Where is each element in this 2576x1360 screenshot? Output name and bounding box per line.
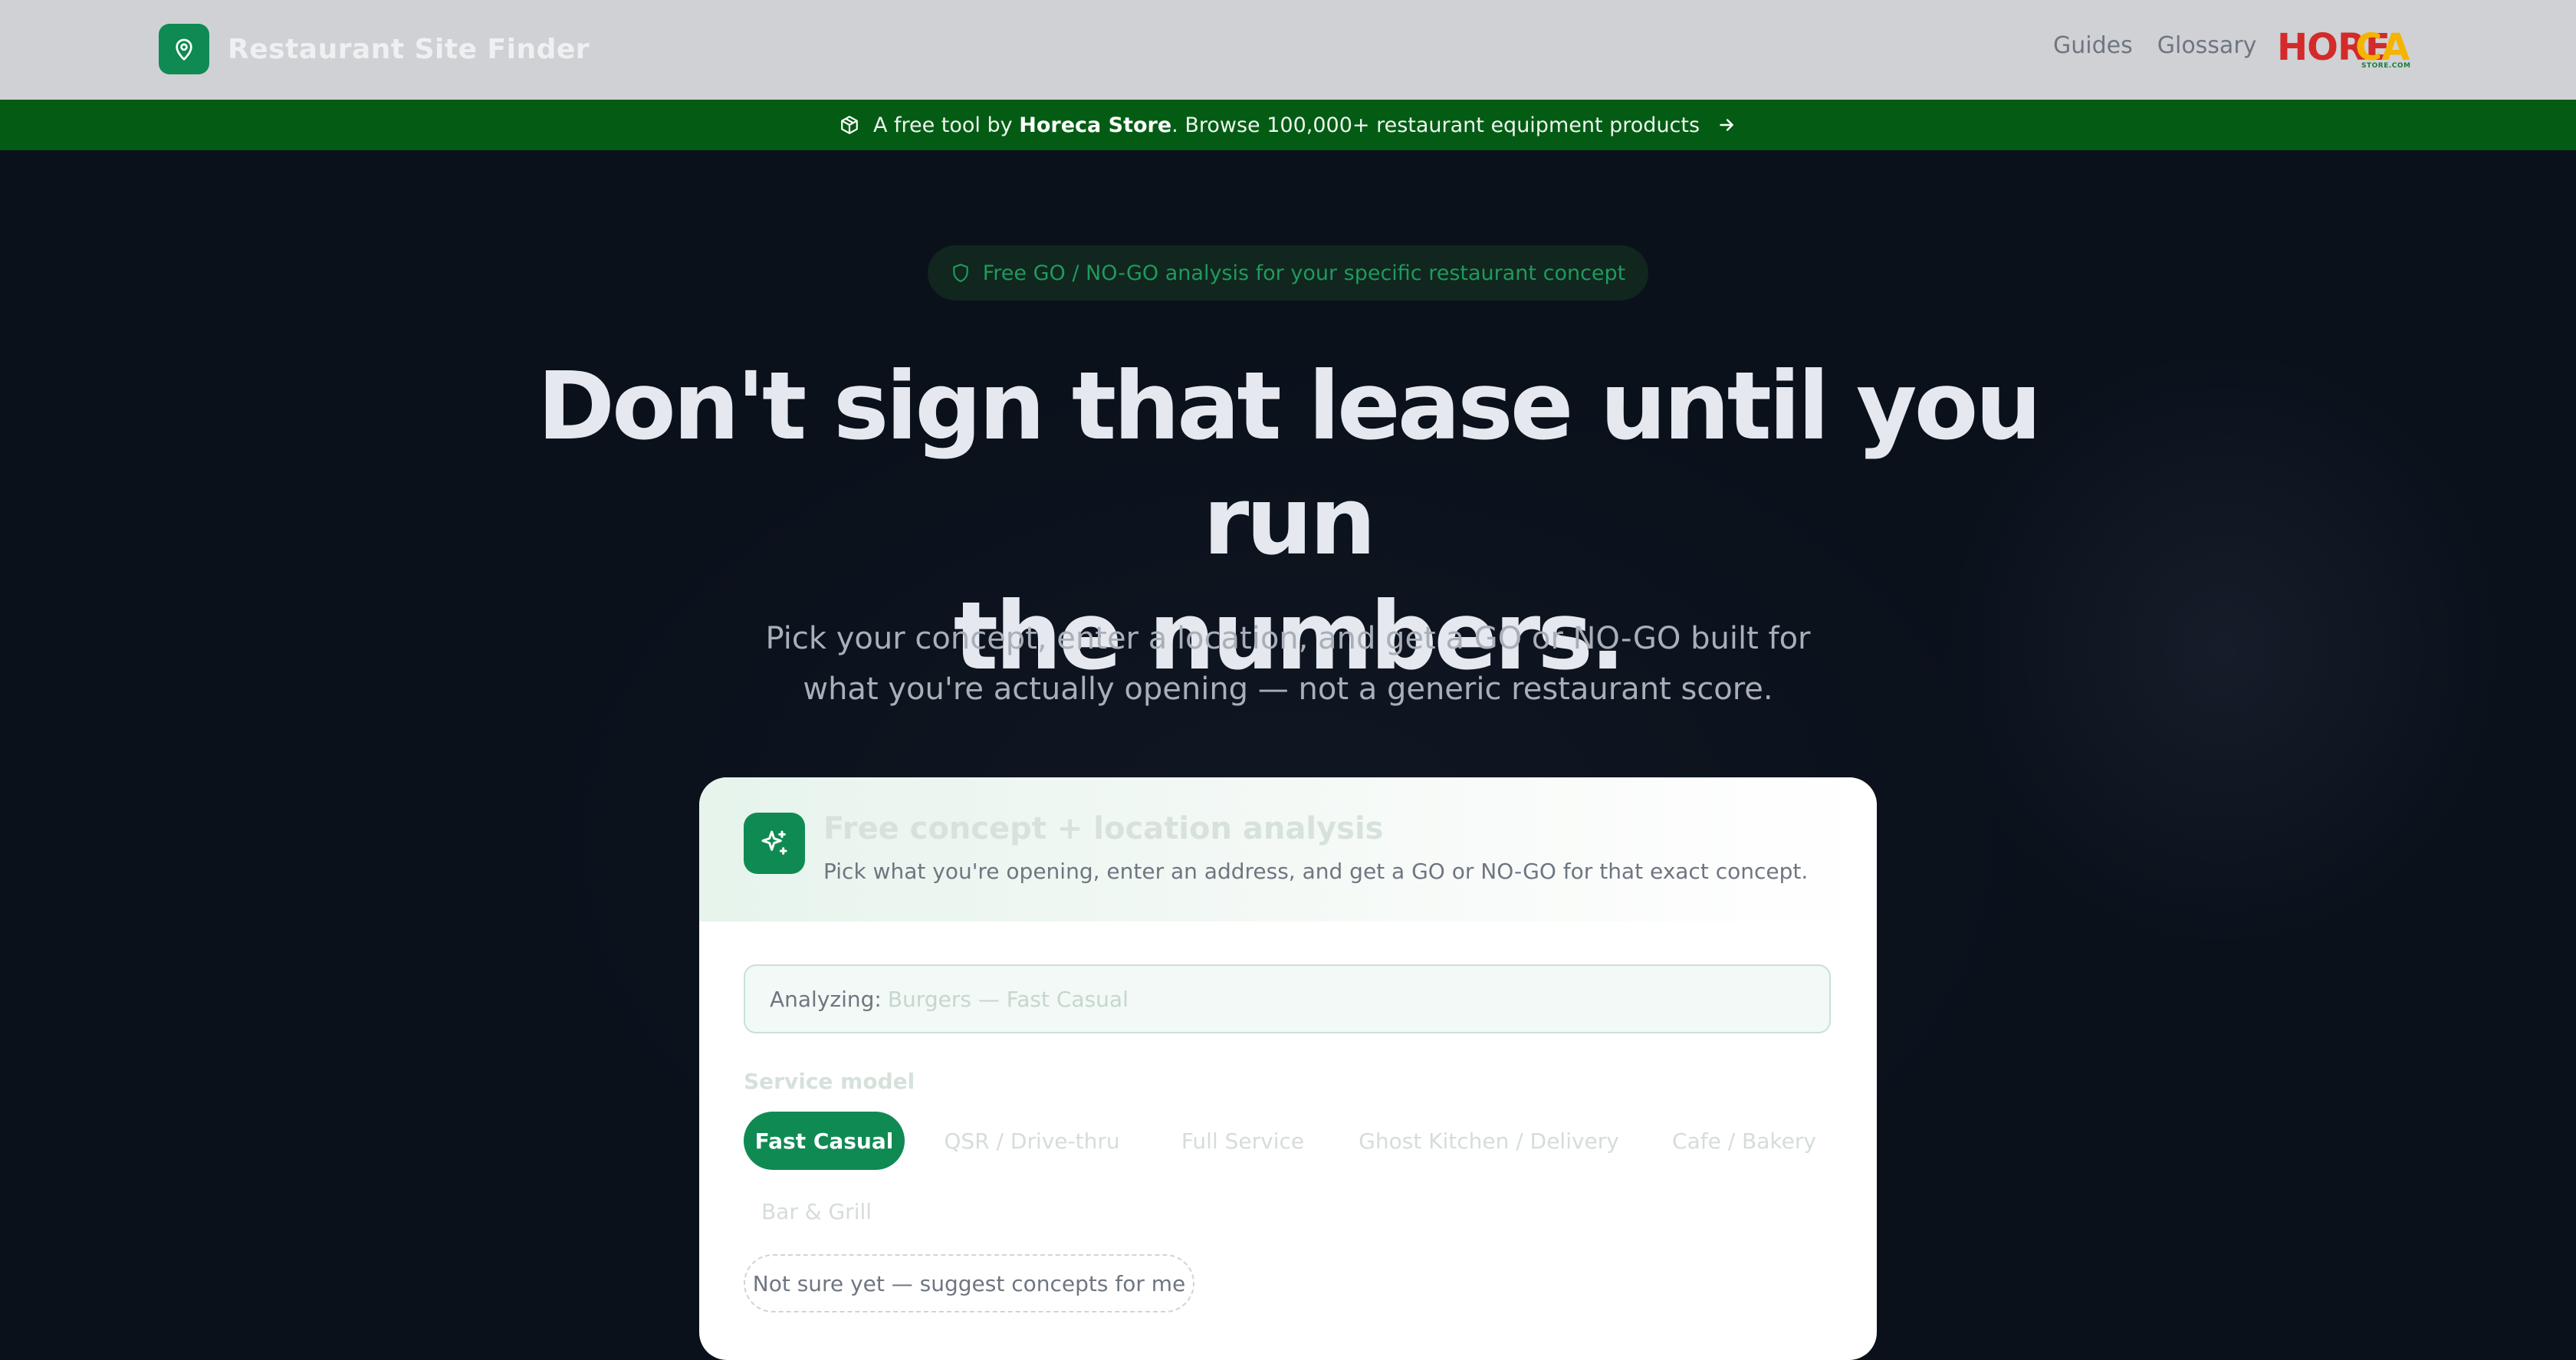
service-model-option-bar-grill[interactable]: Bar & Grill	[744, 1182, 889, 1240]
card-title: Free concept + location analysis	[823, 811, 1384, 846]
analyzing-field[interactable]: Analyzing: Burgers — Fast Casual	[744, 964, 1831, 1033]
service-model-option-ghost-kitchen[interactable]: Ghost Kitchen / Delivery	[1346, 1112, 1631, 1170]
shield-icon	[951, 263, 971, 283]
service-model-label: Service model	[744, 1069, 915, 1094]
promo-prefix: A free tool by	[872, 113, 1013, 137]
top-navigation: Restaurant Site Finder Guides Glossary H…	[0, 0, 2576, 100]
brand-name: Restaurant Site Finder	[228, 33, 590, 65]
card-description: Pick what you're opening, enter an addre…	[823, 859, 1809, 884]
arrow-right-icon	[1717, 115, 1737, 135]
map-pin-icon	[159, 24, 209, 74]
nav-links: Guides Glossary	[2053, 32, 2256, 59]
package-icon	[840, 115, 859, 135]
hero-badge: Free GO / NO-GO analysis for your specif…	[928, 245, 1648, 301]
service-model-option-fast-casual[interactable]: Fast Casual	[744, 1112, 905, 1170]
service-model-option-full-service[interactable]: Full Service	[1158, 1112, 1328, 1170]
service-model-option-cafe-bakery[interactable]: Cafe / Bakery	[1648, 1112, 1840, 1170]
analyzing-value: Burgers — Fast Casual	[887, 986, 1129, 1012]
nav-link-glossary[interactable]: Glossary	[2157, 32, 2257, 59]
hero-badge-text: Free GO / NO-GO analysis for your specif…	[982, 261, 1626, 285]
promo-banner[interactable]: A free tool by Horeca Store. Browse 100,…	[0, 100, 2576, 150]
analyzing-label: Analyzing:	[770, 986, 882, 1012]
hero-subheadline: Pick your concept, enter a location, and…	[765, 621, 1811, 707]
brand-link[interactable]: Restaurant Site Finder	[159, 24, 590, 74]
sparkles-icon	[744, 813, 805, 874]
horeca-store-logo[interactable]: HORE CA STORE.COM	[2277, 26, 2410, 71]
promo-store-name: Horeca Store	[1019, 113, 1172, 137]
suggest-concepts-button[interactable]: Not sure yet — suggest concepts for me	[744, 1254, 1194, 1312]
analysis-card: Free concept + location analysis Pick wh…	[699, 777, 1877, 1360]
card-header: Free concept + location analysis Pick wh…	[699, 777, 1877, 921]
service-model-option-qsr-drive-thru[interactable]: QSR / Drive-thru	[925, 1112, 1139, 1170]
nav-link-guides[interactable]: Guides	[2053, 32, 2133, 59]
promo-suffix: . Browse 100,000+ restaurant equipment p…	[1171, 113, 1700, 137]
